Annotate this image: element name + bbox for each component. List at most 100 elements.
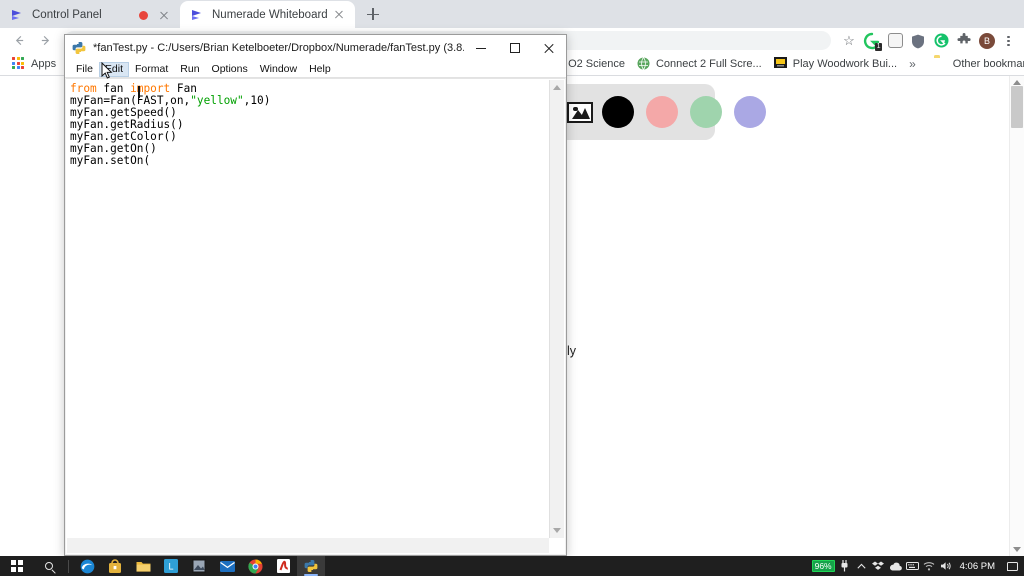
google-chrome-icon[interactable] [241, 556, 269, 576]
profile-avatar-icon[interactable]: B [976, 30, 998, 52]
code-token: "yellow" [190, 94, 244, 107]
color-swatch-pink[interactable] [646, 96, 678, 128]
adobe-acrobat-icon[interactable] [269, 556, 297, 576]
menu-help[interactable]: Help [303, 62, 337, 77]
scroll-up-arrow-icon[interactable] [1013, 80, 1021, 85]
idle-horizontal-scrollbar[interactable] [67, 538, 549, 553]
volume-icon[interactable] [938, 556, 955, 576]
code-token: myFan.setOn( [70, 154, 151, 167]
python-idle-icon [72, 41, 86, 55]
bookmarks-overflow-icon[interactable]: » [903, 57, 922, 71]
microsoft-store-icon[interactable] [101, 556, 129, 576]
scroll-down-arrow-icon[interactable] [553, 528, 561, 533]
back-arrow-icon[interactable] [6, 30, 32, 52]
scroll-down-arrow-icon[interactable] [1013, 547, 1021, 552]
photos-icon[interactable] [185, 556, 213, 576]
folder-icon [934, 57, 948, 71]
bookmark-connect-2-full-screen[interactable]: Connect 2 Full Scre... [631, 54, 768, 74]
bookmark-other-bookmarks[interactable]: Other bookmarks [928, 54, 1024, 74]
browser-tabstrip: Control Panel Numerade Whiteboard [0, 0, 1024, 28]
windows-start-icon[interactable] [0, 556, 34, 576]
forward-arrow-icon[interactable] [32, 30, 58, 52]
tab-title: Control Panel [32, 9, 102, 21]
wifi-icon[interactable] [921, 556, 938, 576]
show-hidden-icons-chevron[interactable] [853, 556, 870, 576]
bookmark-label: Other bookmarks [952, 58, 1024, 70]
grammarly-green-icon[interactable] [930, 30, 952, 52]
bookmark-play-woodwork-builder[interactable]: Play Woodwork Bui... [768, 54, 903, 74]
text-caret [138, 86, 140, 98]
lastpass-icon[interactable]: L [157, 556, 185, 576]
page-vertical-scroll-thumb[interactable] [1011, 86, 1023, 128]
tab-control-panel[interactable]: Control Panel [0, 2, 180, 28]
keyboard-icon[interactable] [904, 556, 921, 576]
microsoft-edge-icon[interactable] [73, 556, 101, 576]
extension-generic-icon[interactable] [884, 30, 906, 52]
power-plug-icon[interactable] [836, 556, 853, 576]
idle-title-bar[interactable]: *fanTest.py - C:/Users/Brian Ketelboeter… [65, 35, 566, 61]
image-dot [573, 106, 578, 111]
idle-window-title: *fanTest.py - C:/Users/Brian Ketelboeter… [93, 42, 464, 54]
shield-extension-icon[interactable] [907, 30, 929, 52]
notifications-icon[interactable] [1002, 556, 1022, 576]
system-tray: 96% 4:06 PM [811, 556, 1024, 576]
globe-icon [637, 57, 651, 71]
menu-edit[interactable]: Edit [98, 61, 130, 77]
search-icon[interactable] [34, 556, 64, 576]
recording-indicator-icon [139, 10, 148, 20]
bookmark-label: Play Woodwork Bui... [792, 58, 898, 70]
code-line: myFan.setOn( [70, 155, 548, 167]
battery-percent-badge[interactable]: 96% [811, 560, 835, 572]
image-tool-icon[interactable] [567, 101, 593, 123]
page-vertical-scrollbar[interactable] [1009, 76, 1024, 556]
color-swatch-purple[interactable] [734, 96, 766, 128]
idle-editor-window[interactable]: *fanTest.py - C:/Users/Brian Ketelboeter… [64, 34, 567, 556]
grammarly-extension-icon[interactable]: 1 [861, 30, 883, 52]
divider [68, 559, 69, 573]
bookmark-star-icon[interactable]: ☆ [838, 30, 860, 52]
menu-run[interactable]: Run [174, 62, 205, 77]
apps-grid-icon [12, 57, 26, 71]
file-explorer-icon[interactable] [129, 556, 157, 576]
avatar: B [979, 32, 995, 49]
python-idle-icon[interactable] [297, 556, 325, 576]
game-favicon [773, 57, 788, 71]
numerade-logo-icon [10, 8, 24, 22]
code-token: ,10) [243, 94, 271, 107]
idle-vertical-scrollbar[interactable] [549, 80, 564, 538]
new-tab-button[interactable] [359, 0, 387, 28]
tab-title: Numerade Whiteboard [212, 8, 328, 21]
maximize-button[interactable] [498, 35, 532, 61]
idle-editor-body[interactable]: from fan import Fan myFan=Fan(FAST,on,"ye… [66, 78, 565, 554]
taskbar-clock[interactable]: 4:06 PM [955, 561, 1002, 572]
menu-window[interactable]: Window [254, 62, 303, 77]
tab-numerade-whiteboard[interactable]: Numerade Whiteboard [180, 1, 355, 28]
menu-file[interactable]: File [70, 62, 99, 77]
onedrive-icon[interactable] [887, 556, 904, 576]
mail-icon[interactable] [213, 556, 241, 576]
scroll-up-arrow-icon[interactable] [553, 85, 561, 90]
close-icon[interactable] [331, 7, 347, 23]
bookmark-label: Connect 2 Full Scre... [655, 58, 762, 70]
whiteboard-toolbar [555, 84, 766, 140]
dropbox-icon[interactable] [870, 556, 887, 576]
bookmark-apps[interactable]: Apps [6, 54, 62, 74]
extensions-puzzle-icon[interactable] [953, 30, 975, 52]
bookmark-label: O2 Science [568, 58, 625, 70]
svg-text:L: L [168, 562, 173, 572]
color-swatch-black[interactable] [602, 96, 634, 128]
windows-taskbar: L 96% 4:06 PM [0, 556, 1024, 576]
color-swatch-green[interactable] [690, 96, 722, 128]
close-icon[interactable] [156, 7, 172, 23]
menu-options[interactable]: Options [206, 62, 254, 77]
idle-menu-bar: File Edit Format Run Options Window Help [65, 61, 566, 78]
menu-format[interactable]: Format [129, 62, 174, 77]
bookmark-label: Apps [31, 58, 57, 70]
close-button[interactable] [532, 35, 566, 61]
chrome-menu-icon[interactable] [998, 30, 1018, 52]
code-text-area[interactable]: from fan import Fan myFan=Fan(FAST,on,"ye… [70, 83, 548, 537]
minimize-button[interactable] [464, 35, 498, 61]
screen: ely Control Panel Numerade Whiteboard ☆ … [0, 0, 1024, 576]
bookmark-o2-science[interactable]: O2 Science [562, 54, 631, 74]
numerade-logo-icon [190, 8, 204, 22]
